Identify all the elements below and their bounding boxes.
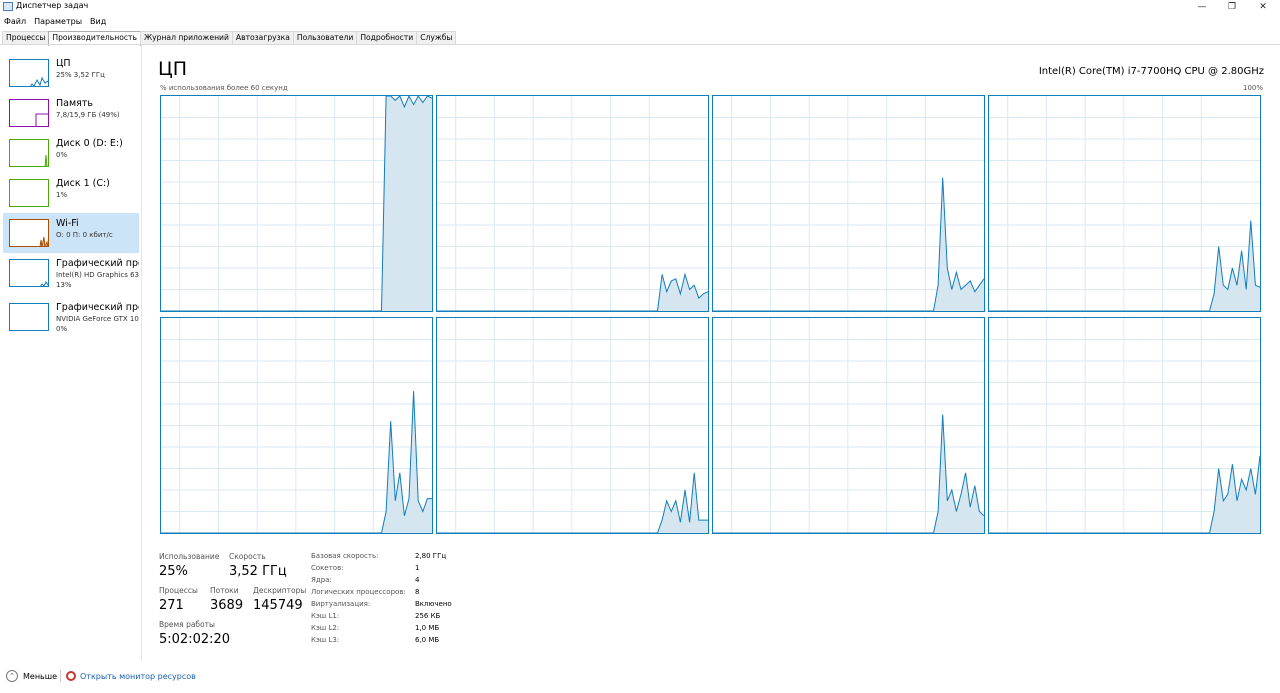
threads-label: Потоки [210, 586, 239, 595]
resource-monitor-icon [66, 671, 76, 681]
sidebar-item-value: 25% 3,52 ГГц [56, 71, 105, 79]
info-value: 4 [415, 576, 420, 584]
menu-options[interactable]: Параметры [30, 15, 86, 28]
close-button[interactable]: ✕ [1246, 0, 1280, 14]
handles-label: Дескрипторы [253, 586, 307, 595]
processes-value: 271 [159, 598, 184, 613]
sidebar-item-value: 7,8/15,9 ГБ (49%) [56, 111, 120, 119]
uptime-label: Время работы [159, 620, 215, 629]
sidebar-item-label: Графический проц [56, 302, 139, 313]
sidebar-item-label: ЦП [56, 58, 71, 69]
sidebar-item-gpu1[interactable]: Графический проц NVIDIA GeForce GTX 1050… [3, 297, 139, 341]
info-value: 1,0 МБ [415, 624, 440, 632]
sidebar-item-label: Диск 0 (D: E:) [56, 138, 123, 149]
core-graph [988, 317, 1261, 534]
core-graph [436, 95, 709, 312]
info-label: Ядра: [311, 576, 332, 584]
divider [60, 670, 61, 682]
fewer-details-button[interactable]: Меньше [23, 672, 57, 681]
sidebar-item-gpu0[interactable]: Графический проц Intel(R) HD Graphics 63… [3, 253, 139, 297]
usage-value: 25% [159, 564, 188, 579]
tab-processes[interactable]: Процессы [2, 31, 50, 45]
disk1-thumbnail [9, 179, 49, 207]
core-graph [160, 317, 433, 534]
usage-label: Использование [159, 552, 220, 561]
sidebar-item-value: 0% [56, 151, 68, 159]
uptime-value: 5:02:02:20 [159, 632, 231, 647]
gpu0-thumbnail [9, 259, 49, 287]
sidebar-item-value: 1% [56, 191, 68, 199]
tab-divider [0, 44, 1280, 45]
tab-details[interactable]: Подробности [356, 31, 418, 45]
core-usage-area [989, 455, 1260, 533]
core-graph [436, 317, 709, 534]
disk0-thumbnail [9, 139, 49, 167]
sidebar-item-memory[interactable]: Память 7,8/15,9 ГБ (49%) [3, 93, 139, 133]
core-usage-area [989, 220, 1260, 311]
info-label: Логических процессоров: [311, 588, 406, 596]
info-value: 256 КБ [415, 612, 441, 620]
info-value: 2,80 ГГц [415, 552, 447, 560]
utilization-label: % использования более 60 секунд [160, 84, 288, 92]
window-title: Диспетчер задач [16, 1, 89, 10]
processes-label: Процессы [159, 586, 198, 595]
sidebar-item-percent: 0% [56, 325, 68, 333]
sidebar: ЦП 25% 3,52 ГГц Память 7,8/15,9 ГБ (49%)… [0, 45, 142, 660]
memory-thumbnail [9, 99, 49, 127]
info-label: Кэш L3: [311, 636, 340, 644]
info-label: Сокетов: [311, 564, 344, 572]
core-graph [160, 95, 433, 312]
core-graph [988, 95, 1261, 312]
info-label: Кэш L1: [311, 612, 340, 620]
info-label: Виртуализация: [311, 600, 371, 608]
max-percent-label: 100% [1242, 84, 1263, 92]
info-label: Кэш L2: [311, 624, 340, 632]
sidebar-item-value: О: 0 П: 0 кбит/с [56, 231, 113, 239]
sidebar-item-label: Память [56, 98, 93, 109]
speed-value: 3,52 ГГц [229, 564, 287, 579]
sidebar-item-value: NVIDIA GeForce GTX 1050 [56, 315, 139, 323]
sidebar-item-wifi[interactable]: Wi-Fi О: 0 П: 0 кбит/с [3, 213, 139, 253]
info-value: 8 [415, 588, 420, 596]
maximize-button[interactable]: ❐ [1215, 0, 1249, 14]
cpu-thumbnail [9, 59, 49, 87]
wifi-thumbnail [9, 219, 49, 247]
speed-label: Скорость [229, 552, 266, 561]
cpu-model: Intel(R) Core(TM) i7-7700HQ CPU @ 2.80GH… [1038, 66, 1264, 77]
info-value: 6,0 МБ [415, 636, 440, 644]
gpu1-thumbnail [9, 303, 49, 331]
sidebar-item-percent: 13% [56, 281, 72, 289]
info-value: Включено [415, 600, 452, 608]
core-usage-area [437, 274, 708, 311]
task-manager-icon [3, 2, 13, 11]
handles-value: 145749 [253, 598, 303, 613]
core-graph [712, 317, 985, 534]
sidebar-item-cpu[interactable]: ЦП 25% 3,52 ГГц [3, 53, 139, 93]
sidebar-item-label: Wi-Fi [56, 218, 79, 229]
sidebar-item-label: Графический проц [56, 258, 139, 269]
tab-strip: Процессы Производительность Журнал прило… [2, 31, 457, 46]
sidebar-item-label: Диск 1 (C:) [56, 178, 110, 189]
info-value: 1 [415, 564, 420, 572]
tab-users[interactable]: Пользователи [292, 31, 358, 45]
menu-file[interactable]: Файл [0, 15, 30, 28]
sidebar-item-disk0[interactable]: Диск 0 (D: E:) 0% [3, 133, 139, 173]
tab-startup[interactable]: Автозагрузка [231, 31, 294, 45]
threads-value: 3689 [210, 598, 244, 613]
title-bar: Диспетчер задач — ❐ ✕ [0, 0, 1280, 14]
sidebar-item-disk1[interactable]: Диск 1 (C:) 1% [3, 173, 139, 213]
sidebar-item-value: Intel(R) HD Graphics 630 [56, 271, 139, 279]
info-label: Базовая скорость: [311, 552, 379, 560]
tab-services[interactable]: Службы [416, 31, 457, 45]
minimize-button[interactable]: — [1185, 0, 1219, 14]
bottom-bar: ⌃ Меньше Открыть монитор ресурсов [0, 667, 1280, 687]
core-graph [712, 95, 985, 312]
chevron-up-icon[interactable]: ⌃ [6, 670, 18, 682]
menu-bar: Файл Параметры Вид [0, 15, 110, 28]
menu-view[interactable]: Вид [86, 15, 110, 28]
open-resource-monitor-link[interactable]: Открыть монитор ресурсов [80, 672, 196, 681]
tab-app-history[interactable]: Журнал приложений [139, 31, 233, 45]
page-title: ЦП [158, 58, 188, 80]
